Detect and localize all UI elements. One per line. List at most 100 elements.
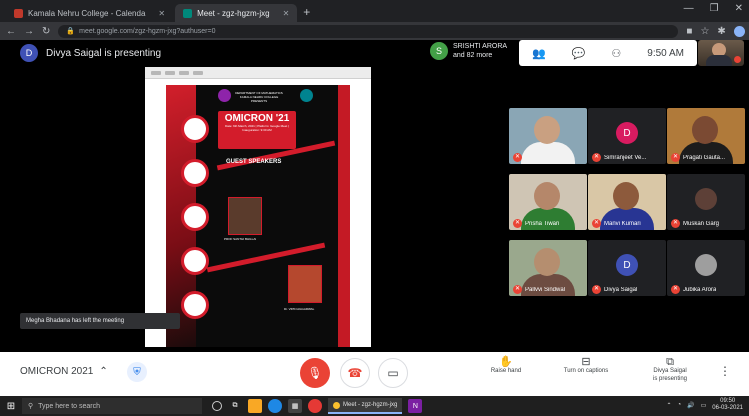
top-controls: 👥 💬 ⚇ 9:50 AM (519, 40, 697, 66)
pdf-toolbar (145, 67, 371, 79)
tray-chevron-icon[interactable]: ⌃ (666, 402, 671, 409)
participant-tile[interactable]: ✕ (509, 108, 587, 164)
close-window-icon[interactable]: ✕ (735, 3, 743, 14)
participant-tile[interactable]: ✕ Muskan Garg (667, 174, 745, 230)
chevron-up-icon: ⌃ (99, 366, 108, 377)
new-tab-icon[interactable]: + (299, 5, 316, 22)
chat-icon[interactable]: 💬 (572, 47, 586, 60)
minimize-icon[interactable]: — (684, 3, 694, 14)
store-icon[interactable]: ▦ (288, 399, 302, 413)
tray-date: 06-03-2021 (712, 405, 743, 411)
camera-indicator-icon[interactable]: ■ (686, 26, 692, 37)
forward-icon[interactable]: → (24, 26, 34, 37)
tab-college-calendar[interactable]: Kamala Nehru College - Calenda ✕ (6, 4, 173, 22)
captions-icon: ⊟ (581, 356, 591, 368)
presenting-button[interactable]: ⧉ Divya Saigal is presenting (640, 357, 700, 383)
star-icon[interactable]: ☆ (700, 26, 709, 37)
taskbar-search[interactable]: ⚲ Type here to search (22, 398, 202, 414)
pinned-participant[interactable]: S SRISHTI ARORA and 82 more (430, 42, 507, 60)
pdf-tool[interactable] (151, 70, 161, 75)
participant-tile[interactable]: ✕ Pragati Gauta... (667, 108, 745, 164)
battery-icon[interactable]: ▭ (701, 402, 707, 409)
cortana-icon[interactable] (212, 401, 222, 411)
participant-name: Divya Saigal (604, 287, 638, 293)
edge-icon[interactable] (268, 399, 282, 413)
participant-tile[interactable]: ✕ Jubika Arora (667, 240, 745, 296)
taskbar: ⊞ ⚲ Type here to search ⧉ ▦ Meet - zgz-h… (0, 396, 749, 416)
raise-hand-label: Raise hand (490, 368, 522, 374)
participant-tile[interactable]: ✕ Manvi Kumari (588, 174, 666, 230)
self-body (706, 55, 732, 66)
dept-logo-icon (300, 89, 313, 102)
participant-face (613, 182, 639, 210)
meeting-details[interactable]: OMICRON 2021 ⌃ (20, 366, 108, 377)
volume-icon[interactable]: 🔊 (687, 402, 694, 409)
captions-button[interactable]: ⊟ Turn on captions (556, 356, 616, 375)
pdf-tool[interactable] (179, 70, 189, 75)
event-circle (181, 291, 209, 319)
tray-time: 09:50 (720, 398, 736, 404)
mic-off-icon (734, 56, 741, 63)
close-tab-icon[interactable]: ✕ (283, 9, 290, 18)
participant-face (534, 116, 560, 144)
hand-icon: ✋ (499, 356, 513, 368)
participant-tile[interactable]: D ✕ Divya Saigal (588, 240, 666, 296)
participant-name: Pragati Gauta... (683, 155, 726, 161)
pinned-name: SRISHTI ARORA (453, 43, 508, 50)
tab-label: Kamala Nehru College - Calenda (28, 8, 146, 18)
taskbar-app-label: Meet - zgz-hgzm-jxg (343, 402, 398, 408)
pdf-tool[interactable] (165, 70, 175, 75)
mic-off-icon: ✕ (671, 153, 680, 162)
presenting-line2: is presenting (652, 376, 688, 382)
maximize-icon[interactable]: ❐ (710, 3, 719, 14)
participant-tile[interactable]: ✕ Pallvvi Sindwal (509, 240, 587, 296)
event-circle (181, 159, 209, 187)
more-options-icon[interactable]: ⋮ (719, 364, 731, 378)
participant-tile[interactable]: ✕ Prisha Tiwari (509, 174, 587, 230)
extensions-icon[interactable]: ✱ (717, 26, 725, 37)
presenting-line1: Divya Saigal (653, 368, 687, 374)
leave-call-button[interactable]: ☎ (340, 358, 370, 388)
task-view-icon[interactable]: ⧉ (228, 399, 242, 413)
meeting-title: OMICRON 2021 (20, 366, 94, 377)
close-tab-icon[interactable]: ✕ (158, 9, 165, 18)
participant-name: Prisha Tiwari (525, 221, 560, 227)
guest-speakers-heading: GUEST SPEAKERS (226, 159, 282, 165)
participant-avatar: D (616, 254, 638, 276)
windows-start-icon[interactable]: ⊞ (0, 396, 22, 416)
event-details: Date: 6th March, 2021 | Platform: Google… (225, 124, 289, 132)
url-field[interactable]: 🔒 meet.google.com/zgz-hgzm-jxg?authuser=… (58, 24, 679, 38)
participant-face (692, 116, 718, 144)
raise-hand-button[interactable]: ✋ Raise hand (476, 356, 536, 375)
self-view-tile[interactable] (698, 40, 744, 66)
file-explorer-icon[interactable] (248, 399, 262, 413)
activities-icon[interactable]: ⚇ (611, 47, 621, 60)
back-icon[interactable]: ← (6, 26, 16, 37)
presenter-text: Divya Saigal is presenting (46, 47, 162, 59)
presentation-screen[interactable]: DEPARTMENT OF MATHEMATICS KAMALA NEHRU C… (145, 67, 371, 347)
mic-toggle-button[interactable]: 🎙 (300, 358, 330, 388)
pdf-tool[interactable] (193, 70, 203, 75)
tab-meet[interactable]: Meet - zgz-hgzm-jxg ✕ (175, 4, 298, 22)
mic-off-icon: ✕ (513, 219, 522, 228)
reload-icon[interactable]: ↻ (42, 26, 50, 37)
presenter-indicator: D Divya Saigal is presenting (20, 44, 161, 62)
taskbar-meet-window[interactable]: Meet - zgz-hgzm-jxg (328, 398, 403, 414)
clock: 9:50 AM (647, 47, 684, 59)
participant-avatar (695, 188, 717, 210)
search-icon: ⚲ (28, 403, 34, 410)
mic-off-icon: ✕ (592, 153, 601, 162)
mic-off-icon: ✕ (671, 219, 680, 228)
system-clock[interactable]: 09:50 06-03-2021 (712, 398, 743, 412)
profile-avatar[interactable] (733, 25, 745, 37)
camera-toggle-button[interactable]: ▭ (378, 358, 408, 388)
onenote-icon[interactable]: N (408, 399, 423, 413)
network-icon[interactable]: ◔ (678, 402, 682, 408)
participant-name: Muskan Garg (683, 221, 720, 227)
people-icon[interactable]: 👥 (532, 47, 546, 60)
participant-body (521, 142, 575, 164)
event-circle (181, 247, 209, 275)
chrome-icon[interactable] (308, 399, 322, 413)
participant-tile[interactable]: D ✕ Simranjeet Ve... (588, 108, 666, 164)
host-controls-shield-icon[interactable]: ⛨ (127, 362, 147, 382)
